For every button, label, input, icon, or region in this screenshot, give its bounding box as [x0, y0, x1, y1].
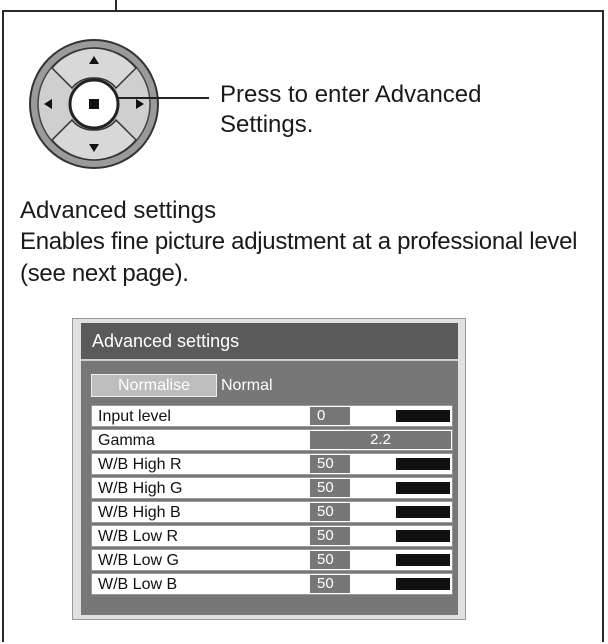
description-line2: (see next page). — [20, 260, 189, 287]
remote-dpad-icon — [29, 39, 159, 169]
row-wb-high-r[interactable]: W/B High R 50 — [91, 453, 453, 475]
row-label: W/B Low R — [98, 528, 179, 545]
level-bar — [396, 458, 450, 470]
row-value: 0 — [310, 407, 350, 425]
row-value: 50 — [310, 455, 350, 473]
row-label: W/B Low B — [98, 576, 178, 593]
row-wb-high-g[interactable]: W/B High G 50 — [91, 477, 453, 499]
frame-tick — [115, 0, 117, 11]
osd-title: Advanced settings — [81, 323, 458, 359]
level-bar — [396, 554, 450, 566]
row-gamma[interactable]: Gamma 2.2 — [91, 429, 453, 451]
row-label: W/B High B — [98, 504, 181, 521]
osd-divider — [81, 359, 458, 361]
level-bar — [396, 530, 450, 542]
row-value: 50 — [310, 527, 350, 545]
level-bar — [396, 410, 450, 422]
osd-menu: Advanced settings Normalise Normal Input… — [72, 318, 466, 620]
description-line1: Enables fine picture adjustment at a pro… — [20, 228, 578, 255]
row-value: 50 — [310, 575, 350, 593]
row-value: 2.2 — [310, 431, 451, 449]
callout-line — [117, 97, 209, 99]
callout-text: Press to enter Advanced Settings. — [220, 80, 482, 140]
row-wb-low-b[interactable]: W/B Low B 50 — [91, 573, 453, 595]
callout-line2: Settings. — [220, 111, 314, 138]
row-value: 50 — [310, 479, 350, 497]
normalise-button[interactable]: Normalise — [91, 374, 217, 397]
row-label: W/B High G — [98, 480, 183, 497]
enter-icon — [89, 99, 99, 109]
row-label: Gamma — [98, 432, 155, 449]
row-label: W/B High R — [98, 456, 182, 473]
callout-line1: Press to enter Advanced — [220, 81, 482, 108]
row-value: 50 — [310, 551, 350, 569]
normalise-value: Normal — [221, 377, 273, 394]
row-wb-low-r[interactable]: W/B Low R 50 — [91, 525, 453, 547]
row-wb-high-b[interactable]: W/B High B 50 — [91, 501, 453, 523]
row-wb-low-g[interactable]: W/B Low G 50 — [91, 549, 453, 571]
level-bar — [396, 578, 450, 590]
level-bar — [396, 482, 450, 494]
row-label: Input level — [98, 408, 171, 425]
section-title: Advanced settings — [20, 197, 217, 224]
row-input-level[interactable]: Input level 0 — [91, 405, 453, 427]
row-value: 50 — [310, 503, 350, 521]
level-bar — [396, 506, 450, 518]
row-label: W/B Low G — [98, 552, 179, 569]
section-description: Enables fine picture adjustment at a pro… — [20, 226, 600, 290]
